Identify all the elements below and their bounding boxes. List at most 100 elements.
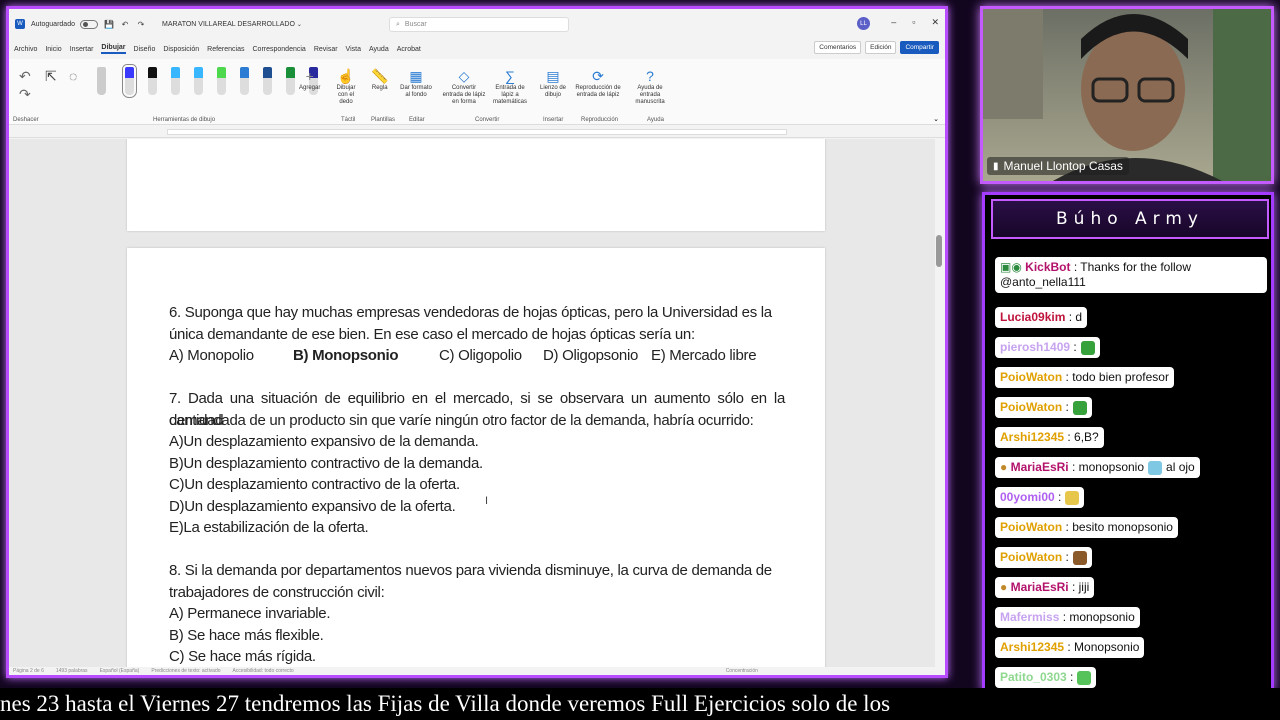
share-button[interactable]: Compartir <box>900 41 939 54</box>
chat-username[interactable]: Patito_0303 <box>1000 670 1067 684</box>
page-2[interactable]: 6. Suponga que hay muchas empresas vende… <box>127 248 825 667</box>
menu-tab-archivo[interactable]: Archivo <box>14 46 37 53</box>
chat-message: Patito_0303 : <box>995 667 1097 688</box>
status-item: Predicciones de texto: activado <box>151 668 221 674</box>
menu-tab-referencias[interactable]: Referencias <box>207 46 244 53</box>
add-pen-button[interactable]: + Agregar <box>299 67 320 92</box>
pen-icon[interactable] <box>286 67 295 95</box>
close-icon[interactable]: ✕ <box>931 17 939 28</box>
menu-tab-vista[interactable]: Vista <box>346 46 361 53</box>
lasso-tool-icon[interactable]: ◌ <box>69 67 77 85</box>
chat-text: : <box>1070 340 1077 354</box>
text-cursor-icon: I <box>485 495 489 507</box>
group-label-insert: Insertar <box>543 117 564 123</box>
emote-icon <box>1148 460 1163 475</box>
group-label-templates: Plantillas <box>371 117 396 123</box>
undo-button[interactable]: ↶ <box>19 67 31 85</box>
ink-to-shape-button[interactable]: ◇ Convertir entrada de lápiz en forma <box>441 67 487 106</box>
chat-username[interactable]: 00yomi00 <box>1000 490 1055 504</box>
chat-message: Lucia09kim : d <box>995 307 1088 328</box>
menu-tab-disposicion[interactable]: Disposición <box>163 46 199 53</box>
q7-option-a: A)Un desplazamiento expansivo de la dema… <box>169 433 479 450</box>
status-bar: Página 2 de 6 1493 palabras Español (Españ… <box>9 667 945 675</box>
status-item: 1493 palabras <box>55 668 88 674</box>
chat-username[interactable]: MariaEsRi <box>1011 460 1069 474</box>
avatar[interactable]: LL <box>857 17 870 30</box>
maximize-icon[interactable]: ▫ <box>912 17 915 28</box>
menu-tab-diseno[interactable]: Diseño <box>134 46 156 53</box>
status-item: Accesibilidad: todo correcto <box>232 668 294 674</box>
pen-icon[interactable] <box>217 67 226 95</box>
chat-username[interactable]: PoioWaton <box>1000 400 1062 414</box>
ink-to-math-button[interactable]: ∑ Entrada de lápiz a matemáticas <box>489 67 531 106</box>
chat-text: : monopsonio <box>1059 610 1135 624</box>
pen-icon[interactable] <box>240 67 249 95</box>
pen-icon[interactable] <box>148 67 157 95</box>
chat-message: pierosh1409 : <box>995 337 1100 358</box>
menu-tab-correspondencia[interactable]: Correspondencia <box>253 46 306 53</box>
undo-icon[interactable]: ↶ <box>120 19 130 29</box>
chat-text: : <box>1054 490 1062 504</box>
save-icon[interactable]: 💾 <box>104 19 114 29</box>
chat-text: : jiji <box>1068 580 1090 594</box>
comments-button[interactable]: Comentarios <box>814 41 862 54</box>
pen-icon[interactable] <box>122 64 137 98</box>
chat-username[interactable]: Lucia09kim <box>1000 310 1065 324</box>
menu-tab-insertar[interactable]: Insertar <box>70 46 94 53</box>
pen-icon[interactable] <box>171 67 180 95</box>
eraser-icon[interactable] <box>97 67 106 95</box>
scrollbar-thumb[interactable] <box>936 235 942 267</box>
menu-tab-dibujar[interactable]: Dibujar <box>101 44 126 54</box>
emote-icon <box>1080 340 1095 355</box>
menu-tab-ayuda[interactable]: Ayuda <box>369 46 389 53</box>
question-8-line-2: trabajadores de construcción civil: <box>169 584 385 601</box>
chat-username[interactable]: Mafermiss <box>1000 610 1059 624</box>
chat-username[interactable]: KickBot <box>1025 260 1070 274</box>
question-6-line-2: única demandante de ese bien. En ese cas… <box>169 326 695 343</box>
drawing-canvas-button[interactable]: ▤ Lienzo de dibujo <box>539 67 567 99</box>
chat-username[interactable]: MariaEsRi <box>1011 580 1069 594</box>
ink-replay-button[interactable]: ⟳ Reproducción de entrada de lápiz <box>575 67 621 99</box>
redo-icon[interactable]: ↷ <box>136 19 146 29</box>
chat-username[interactable]: PoioWaton <box>1000 520 1062 534</box>
chat-message: ● MariaEsRi : jiji <box>995 577 1095 598</box>
chat-username[interactable]: PoioWaton <box>1000 370 1062 384</box>
search-input[interactable]: ⌕ Buscar <box>389 17 569 32</box>
horizontal-ruler[interactable] <box>9 126 945 138</box>
menu-tab-revisar[interactable]: Revisar <box>314 46 338 53</box>
vertical-scrollbar[interactable] <box>935 139 943 667</box>
editing-mode-button[interactable]: Edición <box>865 41 897 54</box>
title-bar: W Autoguardado 💾 ↶ ↷ MARATON VILLAREAL D… <box>9 9 945 39</box>
collapse-ribbon-icon[interactable]: ⌄ <box>933 115 939 123</box>
chat-text: al ojo <box>1166 460 1195 474</box>
chat-text: : <box>1062 550 1069 564</box>
chat-username[interactable]: Arshi12345 <box>1000 430 1064 444</box>
chat-message: 00yomi00 : <box>995 487 1085 508</box>
pen-icon[interactable] <box>263 67 272 95</box>
minimize-icon[interactable]: – <box>891 17 896 28</box>
draw-with-finger-button[interactable]: ☝ Dibujar con el dedo <box>331 67 361 106</box>
menu-tab-inicio[interactable]: Inicio <box>45 46 61 53</box>
chat-username[interactable]: pierosh1409 <box>1000 340 1070 354</box>
ink-help-button[interactable]: ? Ayuda de entrada manuscrita <box>627 67 673 106</box>
q7-option-e: E)La estabilización de la oferta. <box>169 519 369 536</box>
autosave-toggle[interactable] <box>79 19 98 29</box>
select-tool-icon[interactable]: ⇱ <box>45 67 57 85</box>
document-title[interactable]: MARATON VILLAREAL DESARROLLADO <box>162 21 295 28</box>
format-background-button[interactable]: ▦ Dar formato al fondo <box>399 67 433 99</box>
chat-username[interactable]: Arshi12345 <box>1000 640 1064 654</box>
menu-tab-acrobat[interactable]: Acrobat <box>397 46 421 53</box>
q8-option-c: C) Se hace más rígida. <box>169 648 316 665</box>
q6-option-a: A) Monopolio <box>169 347 254 364</box>
pen-icon[interactable] <box>194 67 203 95</box>
chat-text: : 6,B? <box>1064 430 1099 444</box>
chat-message: PoioWaton : <box>995 397 1092 418</box>
chat-username[interactable]: PoioWaton <box>1000 550 1062 564</box>
chat-panel: Búho Army ▣◉ KickBot : Thanks for the fo… <box>982 192 1274 692</box>
chat-text: @anto_nella111 <box>1000 275 1086 289</box>
menu-bar: Archivo Inicio Insertar Dibujar Diseño Dispos… <box>9 41 945 57</box>
ruler-button[interactable]: 📏 Regla <box>371 67 388 92</box>
redo-button[interactable]: ↷ <box>19 85 31 103</box>
document-canvas[interactable]: 6. Suponga que hay muchas empresas vende… <box>9 139 939 667</box>
q7-option-d: D)Un desplazamiento expansivo de la ofer… <box>169 498 456 515</box>
